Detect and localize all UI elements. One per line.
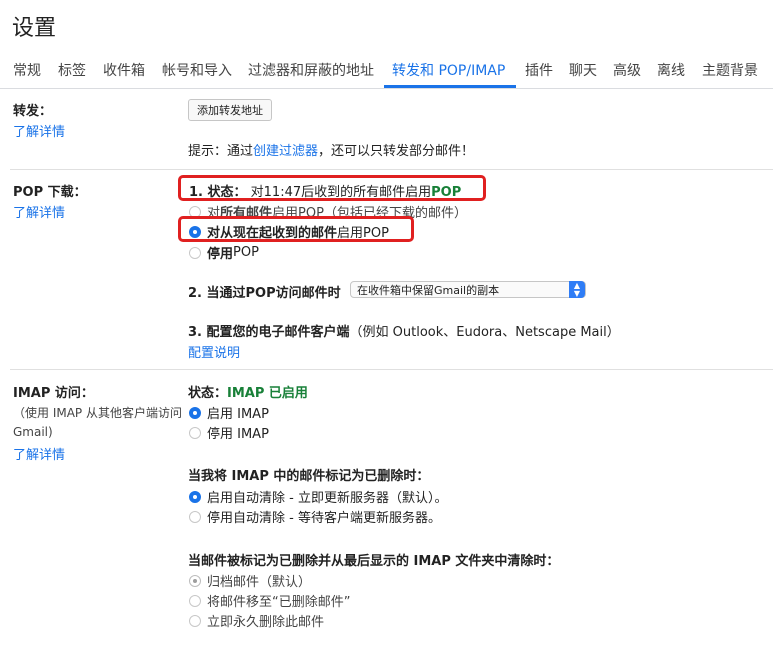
- radio-icon[interactable]: [189, 510, 201, 523]
- pop-when-access-select[interactable]: 在收件箱中保留Gmail的副本 ▲ ▼: [350, 281, 586, 298]
- auto-expunge-on-option[interactable]: 启用自动清除 - 立即更新服务器（默认）。: [189, 487, 447, 506]
- tab-forwarding-pop-imap[interactable]: 转发和 POP/IMAP: [392, 60, 505, 80]
- imap-status: 状态：IMAP 已启用: [188, 382, 308, 401]
- page-title: 设置: [12, 16, 57, 41]
- section-divider: [10, 169, 773, 170]
- pop-option-all-mail[interactable]: 对所有邮件 启用POP（包括已经下载的邮件）: [189, 202, 467, 221]
- pop-option-all-suffix: 启用POP（包括已经下载的邮件）: [272, 206, 467, 221]
- active-tab-indicator: [384, 85, 516, 88]
- pop-option-disable-bold: 停用: [207, 247, 234, 262]
- imap-expunge-heading: 当邮件被标记为已删除并从最后显示的 IMAP 文件夹中清除时：: [188, 554, 560, 569]
- radio-icon[interactable]: [189, 205, 201, 218]
- auto-expunge-on-label: 启用自动清除 - 立即更新服务器（默认）。: [207, 491, 448, 506]
- radio-icon[interactable]: [189, 246, 201, 259]
- tab-advanced[interactable]: 高级: [613, 60, 641, 80]
- pop-option-all-prefix: 对: [207, 206, 221, 221]
- move-trash-label: 将邮件移至“已删除邮件”: [207, 595, 351, 610]
- imap-enable-label: 启用 IMAP: [207, 407, 269, 422]
- tab-filters[interactable]: 过滤器和屏蔽的地址: [248, 60, 374, 80]
- tab-chat[interactable]: 聊天: [569, 60, 597, 80]
- archive-label: 归档邮件（默认）: [207, 575, 312, 590]
- radio-icon[interactable]: [189, 614, 201, 627]
- imap-enable-option[interactable]: 启用 IMAP: [189, 403, 269, 422]
- radio-checked-icon[interactable]: [189, 406, 201, 419]
- imap-learn-more-link[interactable]: 了解详情: [13, 444, 65, 463]
- auto-expunge-off-label: 停用自动清除 - 等待客户端更新服务器。: [207, 511, 441, 526]
- imap-deleted-heading: 当我将 IMAP 中的邮件标记为已删除时：: [188, 469, 430, 484]
- tab-inbox[interactable]: 收件箱: [103, 60, 145, 80]
- tab-labels[interactable]: 标签: [58, 60, 86, 80]
- forwarding-tip: 提示：通过创建过滤器，还可以只转发部分邮件！: [188, 140, 474, 159]
- pop-configure-examples: （例如 Outlook、Eudora、Netscape Mail）: [349, 325, 620, 340]
- imap-status-value: IMAP 已启用: [227, 386, 308, 401]
- radio-checked-icon[interactable]: [189, 225, 201, 238]
- radio-icon[interactable]: [189, 594, 201, 607]
- pop-configure-label: 3. 配置您的电子邮件客户端: [188, 325, 350, 340]
- pop-config-instructions-link[interactable]: 配置说明: [188, 342, 240, 361]
- tab-offline[interactable]: 离线: [657, 60, 685, 80]
- move-trash-option[interactable]: 将邮件移至“已删除邮件”: [189, 591, 350, 610]
- pop-download-label: POP 下载：: [13, 185, 87, 200]
- pop-status-text: 对11:47后收到的所有邮件启用: [250, 185, 432, 200]
- radio-icon[interactable]: [189, 426, 201, 439]
- tab-addons[interactable]: 插件: [525, 60, 553, 80]
- auto-expunge-off-option[interactable]: 停用自动清除 - 等待客户端更新服务器。: [189, 507, 441, 526]
- imap-status-label: 状态：: [188, 386, 228, 401]
- imap-disable-label: 停用 IMAP: [207, 427, 269, 442]
- imap-disable-option[interactable]: 停用 IMAP: [189, 423, 269, 442]
- pop-option-disable-suffix: POP: [233, 245, 259, 260]
- pop-when-access-label: 2. 当通过POP访问邮件时: [188, 286, 341, 301]
- forwarding-label: 转发：: [13, 104, 53, 119]
- pop-option-disable[interactable]: 停用 POP: [189, 243, 259, 262]
- tab-themes[interactable]: 主题背景: [702, 60, 758, 80]
- tab-accounts[interactable]: 帐号和导入: [162, 60, 232, 80]
- forwarding-learn-more-link[interactable]: 了解详情: [13, 121, 65, 140]
- pop-status-value: POP: [431, 185, 462, 200]
- imap-access-label: IMAP 访问：: [13, 386, 94, 401]
- imap-sub-line1: （使用 IMAP 从其他客户端访问: [13, 406, 182, 420]
- forwarding-tip-prefix: 提示：通过: [188, 144, 254, 159]
- settings-tabs: 常规 标签 收件箱 帐号和导入 过滤器和屏蔽的地址 转发和 POP/IMAP 插…: [0, 56, 773, 89]
- pop-status: 1. 状态： 对11:47后收到的所有邮件启用POP: [189, 181, 461, 200]
- forwarding-tip-suffix: ，还可以只转发部分邮件！: [318, 144, 475, 159]
- radio-checked-disabled-icon[interactable]: [189, 574, 201, 587]
- radio-checked-icon[interactable]: [189, 490, 201, 503]
- create-filter-link[interactable]: 创建过滤器: [253, 144, 318, 159]
- pop-option-now-suffix: 启用POP: [337, 226, 389, 241]
- imap-sub-line2: Gmail): [13, 425, 53, 439]
- pop-learn-more-link[interactable]: 了解详情: [13, 202, 65, 221]
- archive-option[interactable]: 归档邮件（默认）: [189, 571, 311, 590]
- pop-configure: 3. 配置您的电子邮件客户端（例如 Outlook、Eudora、Netscap…: [188, 321, 620, 340]
- pop-option-now-bold: 对从现在起收到的邮件: [207, 226, 338, 241]
- delete-forever-label: 立即永久删除此邮件: [207, 615, 325, 630]
- pop-status-label: 1. 状态：: [189, 185, 247, 200]
- add-forwarding-address-button[interactable]: 添加转发地址: [188, 99, 272, 121]
- pop-when-access-select-value: 在收件箱中保留Gmail的副本: [357, 284, 500, 297]
- pop-option-all-bold: 所有邮件: [220, 206, 273, 221]
- delete-forever-option[interactable]: 立即永久删除此邮件: [189, 611, 324, 630]
- tab-general[interactable]: 常规: [13, 60, 41, 80]
- select-arrows-icon: ▲ ▼: [569, 281, 585, 298]
- pop-option-from-now[interactable]: 对从现在起收到的邮件 启用POP: [189, 222, 389, 241]
- section-divider: [10, 369, 773, 370]
